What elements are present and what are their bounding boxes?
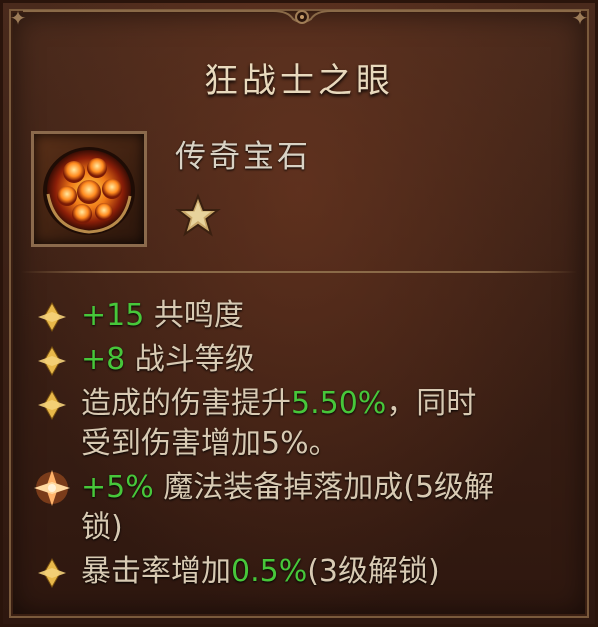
diamond-bullet-icon bbox=[38, 345, 66, 377]
stat-label: 战斗等级 bbox=[125, 342, 255, 377]
diamond-bullet-icon bbox=[38, 389, 66, 421]
stat-text: 受到伤害增加5%。 bbox=[81, 426, 339, 461]
stat-combat-rating: +8 战斗等级 bbox=[81, 337, 255, 382]
stat-label: 魔法装备掉落加成(5级解 bbox=[153, 470, 495, 505]
stat-prefix: 暴击率增加 bbox=[81, 554, 231, 589]
stat-damage-increase: 造成的伤害提升5.50%，同时 bbox=[81, 381, 476, 426]
stat-text: 锁) bbox=[81, 510, 123, 545]
legendary-gem-icon bbox=[43, 147, 135, 235]
top-ornament-icon bbox=[23, 10, 581, 24]
divider bbox=[21, 271, 577, 273]
stat-magic-find: +5% 魔法装备掉落加成(5级解 bbox=[81, 465, 494, 510]
stat-resonance: +15 共鸣度 bbox=[81, 293, 244, 338]
stat-value: +8 bbox=[81, 342, 126, 377]
stat-magic-find-cont: 锁) bbox=[81, 505, 123, 550]
stat-crit-chance: 暴击率增加0.5%(3级解锁) bbox=[81, 549, 440, 594]
stat-suffix: ，同时 bbox=[386, 386, 477, 421]
stat-damage-taken: 受到伤害增加5%。 bbox=[81, 421, 339, 466]
item-tooltip: ✦ ✦ 狂战士之眼 传奇宝石 +15 共鸣度 +8 战斗等级 造成的伤害提升5.… bbox=[0, 0, 598, 627]
stat-value: +15 bbox=[81, 298, 145, 333]
item-type-label: 传奇宝石 bbox=[175, 139, 311, 175]
item-title: 狂战士之眼 bbox=[204, 61, 394, 101]
stat-value: 0.5% bbox=[231, 554, 308, 589]
glowing-diamond-bullet-icon bbox=[34, 470, 70, 506]
diamond-bullet-icon bbox=[38, 301, 66, 333]
stat-label: 共鸣度 bbox=[144, 298, 244, 333]
stat-suffix: (3级解锁) bbox=[307, 554, 440, 589]
item-slot[interactable] bbox=[31, 131, 147, 247]
star-icon bbox=[175, 193, 221, 237]
corner-ornament-icon: ✦ bbox=[9, 6, 27, 30]
diamond-bullet-icon bbox=[38, 557, 66, 589]
stat-value: +5% bbox=[81, 470, 154, 505]
stat-prefix: 造成的伤害提升 bbox=[81, 386, 291, 421]
stat-value: 5.50% bbox=[291, 386, 387, 421]
corner-ornament-icon: ✦ bbox=[571, 6, 589, 30]
